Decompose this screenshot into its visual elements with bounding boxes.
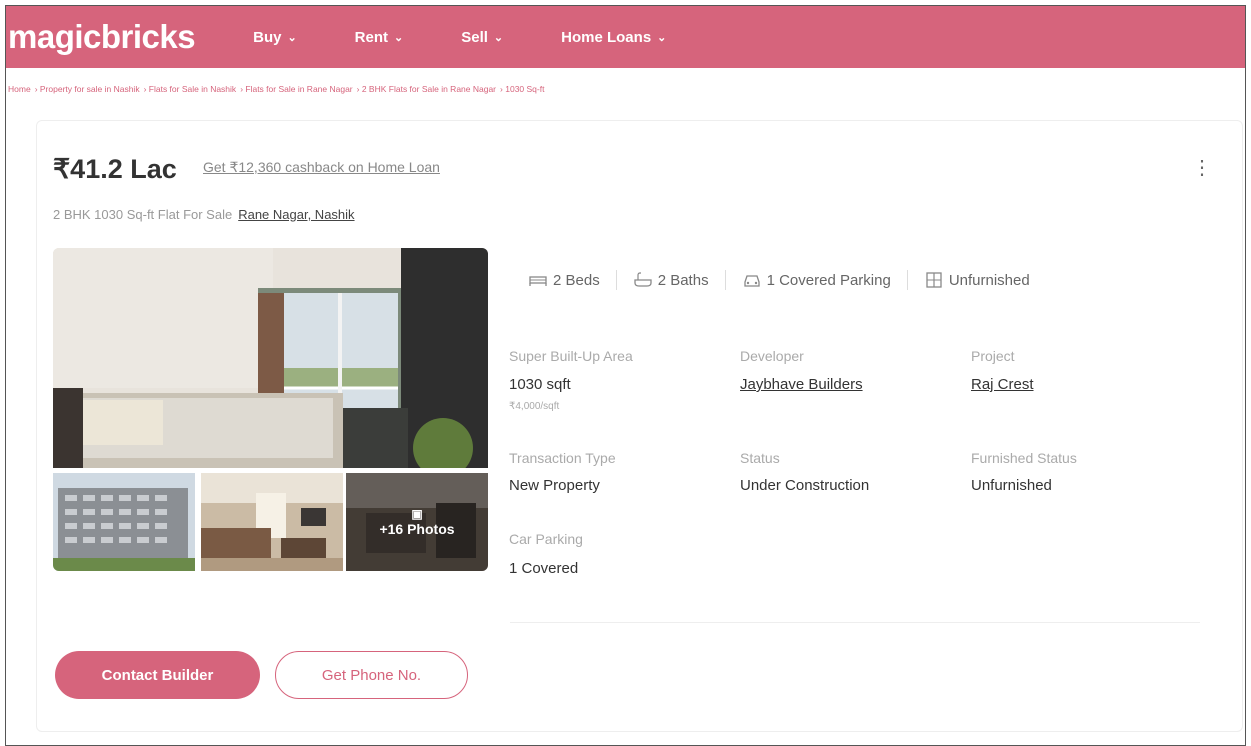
nav-buy[interactable]: Buy ⌄ [253, 29, 297, 46]
furnishing-label: Unfurnished [948, 271, 1030, 289]
furnished-label: Furnished Status [971, 450, 1077, 466]
transaction-label: Transaction Type [509, 450, 616, 466]
listing-title: 2 BHK 1030 Sq-ft Flat For Sale [53, 207, 233, 222]
top-navbar: magicbricks Buy ⌄ Rent ⌄ Sell ⌄ Home Loans ⌄ [6, 6, 1245, 68]
chevron-down-icon: ⌄ [394, 31, 404, 44]
nav-sell-label: Sell [461, 28, 488, 46]
bath-icon [634, 272, 652, 287]
beds-label: 2 Beds [553, 271, 600, 289]
breadcrumb: Home › Property for sale in Nashik › Flats… [8, 84, 545, 94]
baths-label: 2 Baths [657, 271, 709, 289]
area-value: 1030 sqft [509, 376, 571, 393]
feature-furnishing: Unfurnished [924, 272, 1030, 289]
brand-logo[interactable]: magicbricks [8, 18, 196, 56]
feature-divider [615, 270, 617, 290]
contact-builder-button[interactable]: Contact Builder [55, 651, 260, 699]
location-link[interactable]: Rane Nagar, Nashik [238, 207, 354, 222]
chevron-down-icon: ⌄ [493, 31, 504, 44]
feature-baths: 2 Baths [633, 272, 709, 289]
furnished-value: Unfurnished [971, 477, 1052, 494]
more-options-icon[interactable]: ⋮ [1192, 155, 1212, 180]
nav-rent[interactable]: Rent ⌄ [355, 29, 404, 46]
nav-home-loans[interactable]: Home Loans ⌄ [561, 29, 666, 46]
feature-parking: 1 Covered Parking [742, 272, 891, 289]
breadcrumb-item[interactable]: Property for sale in Nashik [40, 84, 140, 94]
parking-label: 1 Covered Parking [766, 271, 891, 289]
features-row: 2 Beds 2 Baths 1 Covered Parking Unfurni… [528, 270, 1030, 290]
nav-home-loans-label: Home Loans [561, 28, 652, 46]
car-icon [743, 275, 760, 287]
wardrobe-icon [926, 272, 942, 288]
nav-sell[interactable]: Sell ⌄ [461, 29, 503, 46]
gallery-icon: ▣ [411, 507, 423, 521]
area-rate: ₹4,000/sqft [509, 401, 560, 412]
chevron-down-icon: ⌄ [287, 31, 297, 44]
listing-price: ₹41.2 Lac [53, 154, 177, 184]
get-phone-button[interactable]: Get Phone No. [275, 651, 468, 699]
feature-divider [906, 270, 908, 290]
status-value: Under Construction [740, 477, 870, 494]
more-photos-overlay: ▣ +16 Photos [346, 473, 488, 571]
feature-beds: 2 Beds [528, 272, 600, 289]
breadcrumb-item[interactable]: 2 BHK Flats for Sale in Rane Nagar [362, 84, 496, 94]
chevron-down-icon: ⌄ [657, 31, 667, 44]
bedroom-photo-image [53, 248, 488, 468]
feature-divider [724, 270, 726, 290]
photos-count: +16 Photos [379, 521, 455, 537]
breadcrumb-item[interactable]: Flats for Sale in Rane Nagar [245, 84, 352, 94]
more-photos-thumbnail[interactable]: ▣ +16 Photos [346, 473, 488, 571]
photo-thumbnail[interactable] [53, 473, 195, 571]
photo-thumbnail[interactable] [201, 473, 343, 571]
breadcrumb-current: 1030 Sq-ft [505, 84, 545, 94]
nav-buy-label: Buy [253, 28, 282, 46]
area-label: Super Built-Up Area [509, 348, 633, 364]
breadcrumb-item[interactable]: Home [8, 84, 31, 94]
listing-subtitle: 2 BHK 1030 Sq-ft Flat For Sale Rane Nagar… [53, 207, 355, 222]
car-parking-label: Car Parking [509, 531, 583, 547]
living-room-photo-image [201, 473, 343, 571]
project-label: Project [971, 348, 1015, 364]
developer-link[interactable]: Jaybhave Builders [740, 376, 863, 393]
nav-rent-label: Rent [354, 28, 389, 46]
main-photo[interactable] [53, 248, 488, 468]
bed-icon [529, 276, 547, 286]
building-photo-image [53, 473, 195, 571]
card-divider [510, 622, 1200, 623]
transaction-value: New Property [509, 477, 600, 494]
car-parking-value: 1 Covered [509, 560, 579, 577]
project-link[interactable]: Raj Crest [971, 376, 1034, 393]
cashback-link[interactable]: Get ₹12,360 cashback on Home Loan [203, 159, 440, 176]
status-label: Status [740, 450, 780, 466]
breadcrumb-item[interactable]: Flats for Sale in Nashik [149, 84, 236, 94]
developer-label: Developer [740, 348, 804, 364]
